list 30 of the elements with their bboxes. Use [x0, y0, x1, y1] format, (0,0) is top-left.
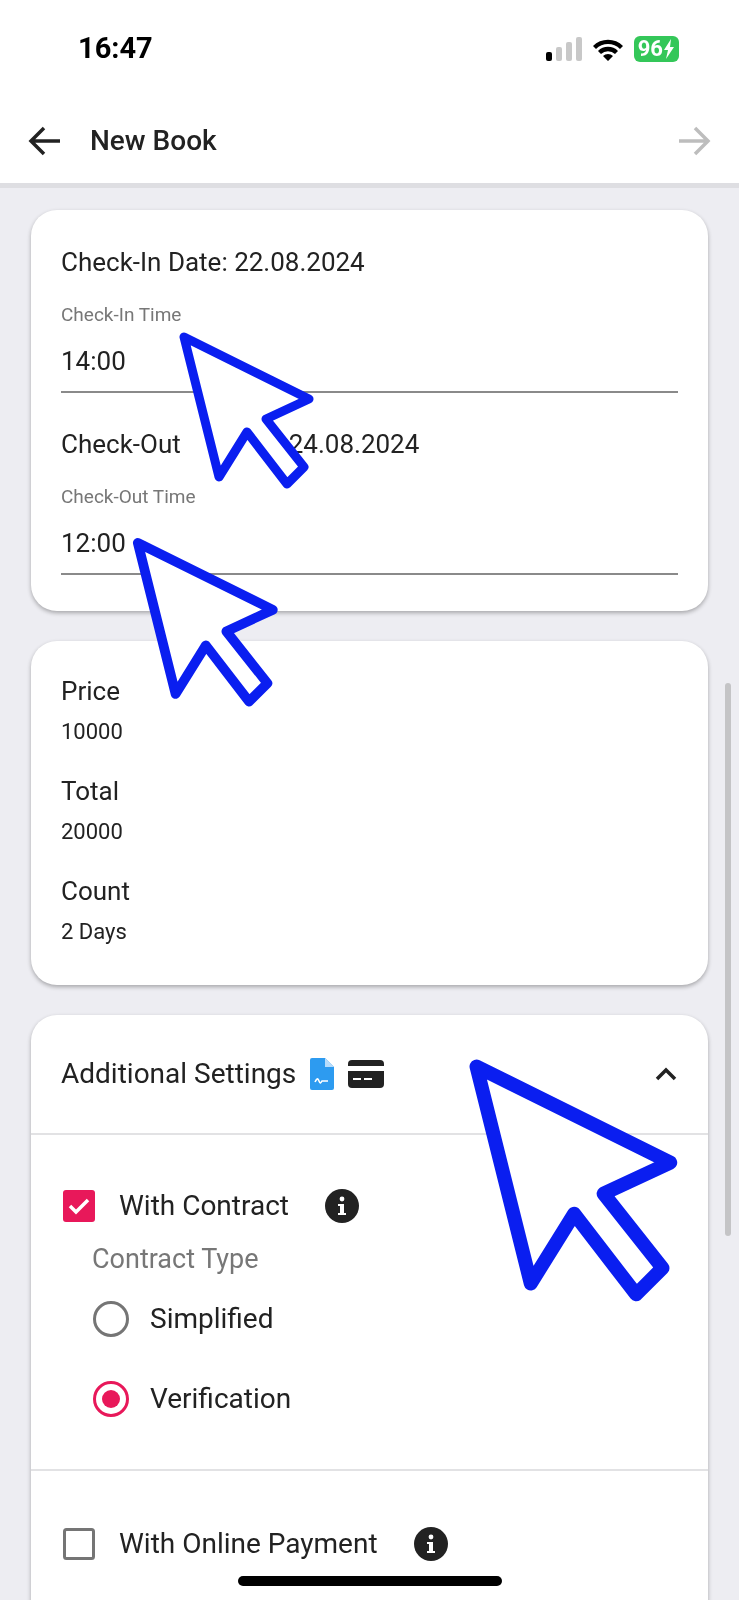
signal-icon	[545, 37, 582, 61]
contract-type-label: Contract Type	[92, 1242, 260, 1277]
info-icon[interactable]	[413, 1527, 448, 1561]
summary-value: 10000	[61, 718, 124, 746]
check-out-date: Check-Out	[61, 428, 181, 461]
summary-label: Total	[61, 775, 121, 808]
battery-icon: 96	[633, 36, 679, 62]
chevron-icon[interactable]	[654, 1066, 678, 1082]
checkbox[interactable]	[61, 1526, 97, 1562]
wifi-icon	[591, 37, 624, 61]
document-icon	[310, 1058, 335, 1090]
credit-card-icon	[348, 1060, 385, 1088]
radio-label: Simplified	[150, 1301, 274, 1337]
status-time: 16:47	[78, 30, 153, 68]
info-icon[interactable]	[325, 1189, 359, 1223]
checkbox[interactable]	[61, 1188, 97, 1224]
page-title: New Book	[90, 122, 217, 159]
check-in-date: Check-In Date: 22.08.2024	[61, 246, 366, 279]
settings-title: Additional Settings	[61, 1056, 297, 1092]
summary-value: 20000	[61, 818, 124, 846]
radio-button[interactable]	[92, 1300, 130, 1338]
summary-value: 2 Days	[61, 918, 128, 946]
checkbox-label: With Online Payment	[119, 1526, 378, 1562]
radio-button[interactable]	[92, 1380, 130, 1418]
radio-label: Verification	[150, 1381, 292, 1417]
summary-label: Count	[61, 875, 131, 908]
checkbox-label: With Contract	[119, 1188, 289, 1224]
check-out-date: 24.08.2024	[288, 428, 420, 461]
back-arrow-icon[interactable]	[28, 125, 62, 156]
summary-label: Price	[61, 675, 121, 708]
